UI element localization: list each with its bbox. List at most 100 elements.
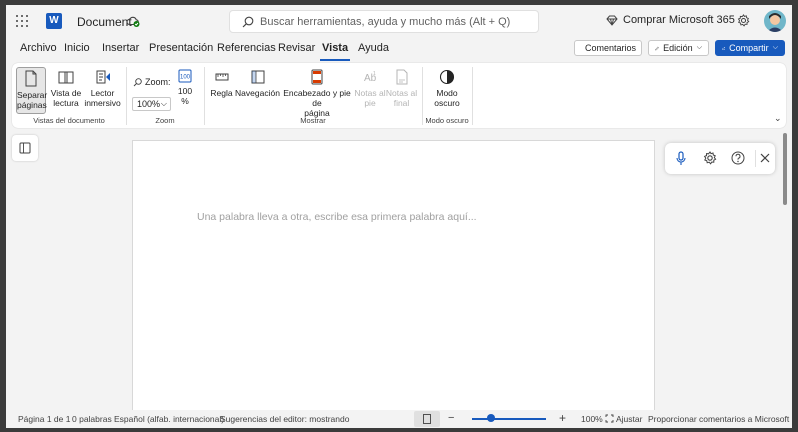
feedback-link[interactable]: Proporcionar comentarios a Microsoft [648,414,789,424]
group-divider [472,67,473,125]
page-view-button[interactable] [414,411,440,427]
tab-ayuda[interactable]: Ayuda [358,42,389,54]
share-button[interactable]: Compartir ⌵ [715,40,785,56]
navigation-pane-icon [251,70,264,84]
page-breaks-button[interactable]: Separar páginas [16,67,47,114]
reading-view-button[interactable]: Vista de lectura [49,67,83,108]
navigation-pane-toggle[interactable] [12,135,38,161]
zoom-in-icon[interactable]: + [559,411,566,425]
group-label-dark-mode: Modo oscuro [425,116,469,125]
close-icon[interactable] [760,153,770,163]
tab-revisar[interactable]: Revisar [278,42,315,54]
buy-label: Comprar Microsoft 365 [623,14,735,26]
footnotes-button[interactable]: Ab 1 Notas al pie [354,67,386,108]
fit-icon [605,414,614,423]
ribbon-expand-chevron-icon[interactable]: ⌄ [774,113,782,124]
dark-mode-icon [439,69,455,85]
status-bar: Página 1 de 1 0 palabras Español (alfab.… [6,410,792,428]
pencil-icon [655,46,659,50]
tab-presentacion[interactable]: Presentación [149,42,213,54]
footnotes-label-2: pie [364,98,376,108]
tab-vista[interactable]: Vista [319,42,351,61]
page-count[interactable]: Página 1 de 1 [18,414,70,424]
zoom-dropdown-value: 100% [137,99,161,109]
navigation-pane-icon [19,142,31,154]
ruler-button[interactable]: Regla [209,67,234,98]
settings-gear-icon[interactable] [737,14,750,27]
zoom-100-label-1: 100 [177,86,193,96]
zoom-out-icon[interactable]: − [448,412,454,424]
search-box[interactable] [229,10,539,33]
header-footer-icon [311,69,323,85]
avatar-icon [767,13,783,32]
user-avatar[interactable] [764,10,786,32]
zoom-slider[interactable] [472,418,546,420]
document-page[interactable]: Una palabra lleva a otra, escribe esa pr… [132,140,655,420]
zoom-percentage[interactable]: 100% [581,414,603,424]
group-divider [422,67,423,125]
document-title[interactable]: Document [77,15,132,29]
endnotes-label-1: Notas al [385,88,418,98]
comments-button[interactable]: Comentarios [574,40,642,56]
immersive-reader-button[interactable]: Lector inmersivo [84,67,121,108]
share-label: Compartir [729,43,769,53]
zoom-slider-thumb[interactable] [486,414,495,422]
word-logo-icon[interactable]: W [46,13,62,29]
header-footer-button[interactable]: Encabezado y pie de página [281,67,353,118]
ruler-icon [215,73,228,81]
reading-view-label-1: Vista de [50,88,82,98]
navigation-label: Navegación [235,88,280,98]
footnote-icon: Ab1 [364,71,377,84]
tab-archivo[interactable]: Archivo [20,42,57,54]
zoom-dropdown[interactable]: 100% ⌵ [132,97,171,111]
endnote-icon [396,69,407,85]
chevron-down-icon: ⌵ [160,99,167,108]
ruler-label: Regla [210,88,233,98]
document-placeholder[interactable]: Una palabra lleva a otra, escribe esa pr… [197,211,477,223]
fit-button[interactable]: Ajustar [616,414,642,424]
tab-insertar[interactable]: Insertar [102,42,139,54]
zoom-label-row: Zoom: [133,77,171,87]
dark-mode-button[interactable]: Modo oscuro [426,67,468,108]
navigation-button[interactable]: Navegación [235,67,280,98]
dark-mode-label-2: oscuro [434,98,460,108]
share-icon [722,46,725,50]
dictate-toolbar [665,143,775,174]
ribbon-vista: Separar páginas Vista de lectura Lector … [12,63,786,128]
word-window: W Document Comprar Microsoft 365 [6,5,792,428]
zoom-label: Zoom: [145,77,171,87]
group-label-zoom: Zoom [155,116,175,125]
microphone-icon[interactable] [675,151,687,166]
help-icon[interactable] [731,151,745,165]
dictate-settings-gear-icon[interactable] [703,151,717,165]
editing-mode-button[interactable]: Edición ⌵ [648,40,709,56]
zoom-magnifier-icon [133,77,142,86]
chevron-down-icon: ⌵ [772,44,778,51]
dark-mode-label-1: Modo [436,88,458,98]
zoom-100-button[interactable]: 100 100 % [173,67,197,106]
buy-microsoft-365-button[interactable]: Comprar Microsoft 365 [606,14,735,26]
word-count[interactable]: 0 palabras [72,414,112,424]
footnotes-label-1: Notas al [354,88,386,98]
immersive-reader-icon [96,70,110,84]
language-status[interactable]: Español (alfab. internacional) [114,414,224,424]
book-icon [58,71,74,84]
search-icon [242,16,254,28]
tab-referencias[interactable]: Referencias [217,42,276,54]
header-footer-label-1: Encabezado y pie de [283,88,351,108]
endnotes-button[interactable]: Notas al final [385,67,418,108]
tab-inicio[interactable]: Inicio [64,42,90,54]
app-launcher-icon[interactable] [16,15,28,27]
title-bar: W Document Comprar Microsoft 365 [6,5,792,37]
immersive-reader-label-1: Lector [90,88,115,98]
page-breaks-label-2: páginas [17,100,47,110]
cloud-saved-icon[interactable] [126,14,140,28]
vertical-scrollbar[interactable] [783,133,787,205]
comments-label: Comentarios [585,43,637,53]
group-label-document-views: Vistas del documento [33,116,105,125]
group-divider [126,67,127,125]
svg-text:1: 1 [373,71,376,77]
search-input[interactable] [260,14,530,29]
immersive-reader-label-2: inmersivo [84,98,121,108]
editor-suggestions-status[interactable]: Sugerencias del editor: mostrando [220,414,349,424]
